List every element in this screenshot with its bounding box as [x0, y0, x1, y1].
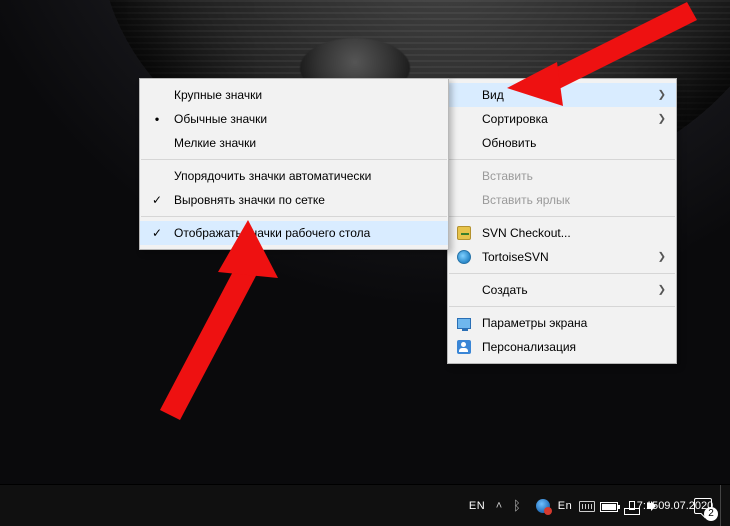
battery-icon — [600, 502, 618, 512]
tray-overflow-button[interactable]: ˄ — [488, 485, 510, 526]
keyboard-icon — [579, 501, 595, 512]
submenu-item-show-desktop-icons[interactable]: ✓ Отображать значки рабочего стола — [140, 221, 448, 245]
volume-indicator[interactable] — [642, 485, 664, 526]
radio-selected-icon: ● — [150, 115, 164, 124]
menu-separator — [141, 216, 447, 217]
globe-icon — [536, 499, 550, 513]
menu-item-refresh[interactable]: Обновить — [448, 131, 676, 155]
volume-icon — [645, 498, 661, 514]
chevron-right-icon: ❯ — [658, 114, 666, 125]
menu-item-view[interactable]: Вид ❯ — [448, 83, 676, 107]
menu-item-label: Выровнять значки по сетке — [174, 193, 325, 207]
clock[interactable]: 7:15 09.07.2020 — [664, 485, 686, 526]
language-indicator[interactable]: EN — [466, 485, 488, 526]
check-icon: ✓ — [150, 193, 164, 207]
show-desktop-button[interactable] — [720, 485, 726, 526]
submenu-item-auto-arrange[interactable]: Упорядочить значки автоматически — [140, 164, 448, 188]
menu-item-label: Вставить ярлык — [482, 193, 570, 207]
menu-item-label: Обычные значки — [174, 112, 267, 126]
input-code: En — [558, 500, 572, 512]
menu-item-label: Создать — [482, 283, 528, 297]
chevron-right-icon: ❯ — [658, 90, 666, 101]
action-center-button[interactable]: 2 — [686, 485, 720, 526]
menu-item-paste: Вставить — [448, 164, 676, 188]
input-method-indicator[interactable]: En — [554, 485, 576, 526]
menu-item-paste-shortcut: Вставить ярлык — [448, 188, 676, 212]
menu-item-new[interactable]: Создать ❯ — [448, 278, 676, 302]
menu-item-label: Сортировка — [482, 112, 548, 126]
svn-checkout-icon — [456, 225, 472, 241]
menu-separator — [449, 159, 675, 160]
menu-separator — [449, 216, 675, 217]
check-icon: ✓ — [150, 226, 164, 240]
network-icon — [623, 498, 639, 514]
menu-item-label: Вставить — [482, 169, 533, 183]
touch-keyboard-button[interactable] — [576, 485, 598, 526]
desktop-context-menu: Вид ❯ Сортировка ❯ Обновить Вставить Вст… — [447, 78, 677, 364]
menu-item-label: Обновить — [482, 136, 536, 150]
bluetooth-icon: ᛒ — [513, 498, 529, 514]
menu-item-svn-checkout[interactable]: SVN Checkout... — [448, 221, 676, 245]
menu-item-tortoisesvn[interactable]: TortoiseSVN ❯ — [448, 245, 676, 269]
menu-item-sort[interactable]: Сортировка ❯ — [448, 107, 676, 131]
submenu-item-align-to-grid[interactable]: ✓ Выровнять значки по сетке — [140, 188, 448, 212]
tray-bluetooth[interactable]: ᛒ — [510, 485, 532, 526]
menu-item-label: Персонализация — [482, 340, 576, 354]
menu-item-label: Параметры экрана — [482, 316, 587, 330]
menu-separator — [141, 159, 447, 160]
menu-item-personalize[interactable]: Персонализация — [448, 335, 676, 359]
submenu-item-small-icons[interactable]: Мелкие значки — [140, 131, 448, 155]
submenu-item-large-icons[interactable]: Крупные значки — [140, 83, 448, 107]
chevron-right-icon: ❯ — [658, 252, 666, 263]
chevron-right-icon: ❯ — [658, 285, 666, 296]
battery-indicator[interactable] — [598, 485, 620, 526]
menu-separator — [449, 306, 675, 307]
network-indicator[interactable] — [620, 485, 642, 526]
system-tray: EN ˄ ᛒ En 7:15 09.07.2020 — [466, 485, 726, 526]
taskbar: EN ˄ ᛒ En 7:15 09.07.2020 — [0, 484, 730, 526]
tortoisesvn-icon — [456, 249, 472, 265]
menu-separator — [449, 273, 675, 274]
display-icon — [456, 315, 472, 331]
menu-item-label: Отображать значки рабочего стола — [174, 226, 370, 240]
menu-item-label: Упорядочить значки автоматически — [174, 169, 371, 183]
notification-badge: 2 — [704, 507, 718, 521]
menu-item-label: Мелкие значки — [174, 136, 256, 150]
personalize-icon — [456, 339, 472, 355]
menu-item-label: Крупные значки — [174, 88, 262, 102]
menu-item-display-settings[interactable]: Параметры экрана — [448, 311, 676, 335]
menu-item-label: TortoiseSVN — [482, 250, 549, 264]
menu-item-label: Вид — [482, 88, 504, 102]
view-submenu: Крупные значки ● Обычные значки Мелкие з… — [139, 78, 449, 250]
language-code: EN — [469, 500, 485, 512]
tray-app-icon[interactable] — [532, 485, 554, 526]
menu-item-label: SVN Checkout... — [482, 226, 571, 240]
chevron-up-icon: ˄ — [496, 500, 502, 512]
submenu-item-medium-icons[interactable]: ● Обычные значки — [140, 107, 448, 131]
